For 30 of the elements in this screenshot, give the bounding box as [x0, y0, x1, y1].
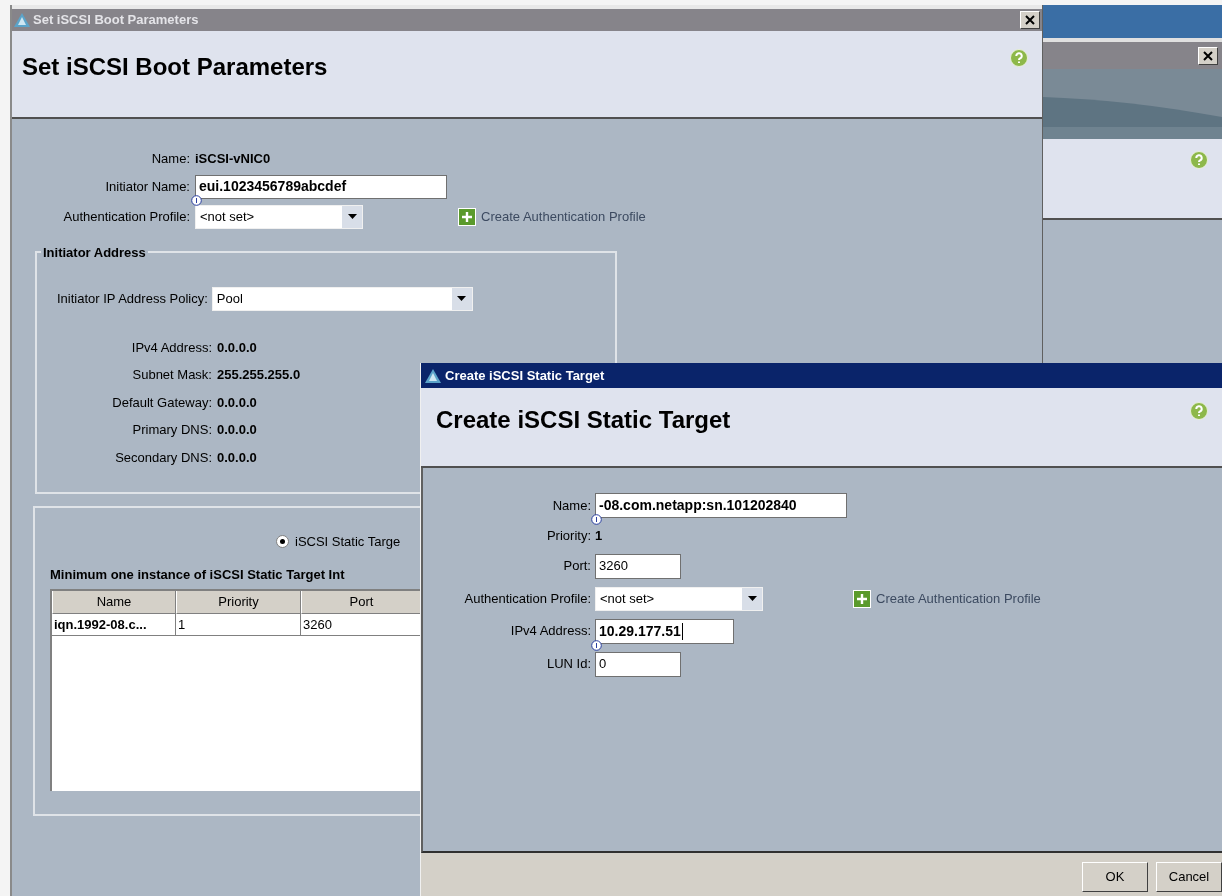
field-value: 0.0.0.0: [217, 421, 257, 439]
field-label: Priority:: [545, 527, 591, 545]
dialog-heading: Set iSCSI Boot Parameters: [22, 52, 328, 82]
window-title: Set iSCSI Boot Parameters: [33, 11, 200, 30]
field-value: 1: [595, 528, 603, 543]
table-cell: iqn.1992-08.c...: [52, 613, 176, 635]
field-label: Name:: [551, 496, 591, 515]
field-value: 0.0.0.0: [217, 338, 257, 357]
field-label: Authentication Profile:: [463, 589, 591, 608]
field-label: Port:: [562, 557, 591, 576]
field-label: Name:: [150, 150, 190, 168]
field-label: Default Gateway:: [111, 393, 212, 412]
field-label: Secondary DNS:: [114, 448, 212, 467]
field-value: iSCSI-vNIC0: [195, 150, 271, 168]
field-label: IPv4 Address:: [509, 622, 591, 641]
field-value: 0.0.0.0: [217, 448, 257, 467]
field-label: LUN Id:: [545, 655, 591, 674]
field-label: IPv4 Address:: [130, 338, 212, 357]
field-value: 255.255.255.0: [217, 366, 301, 384]
field-label: Primary DNS:: [131, 421, 212, 439]
field-label: Subnet Mask:: [131, 366, 212, 384]
field-label: Initiator Name:: [104, 177, 190, 196]
targets-note: Minimum one instance of iSCSI Static Target Int: [50, 566, 345, 584]
radio-label: iSCSI Static Targe: [295, 532, 401, 551]
field-label: Authentication Profile:: [62, 207, 190, 226]
field-label: Initiator IP Address Policy:: [57, 289, 208, 308]
window-title: Create iSCSI Static Target: [445, 366, 606, 385]
table-cell: 1: [176, 613, 301, 635]
field-value: 0.0.0.0: [217, 393, 257, 412]
dialog-heading: Create iSCSI Static Target: [436, 405, 731, 435]
